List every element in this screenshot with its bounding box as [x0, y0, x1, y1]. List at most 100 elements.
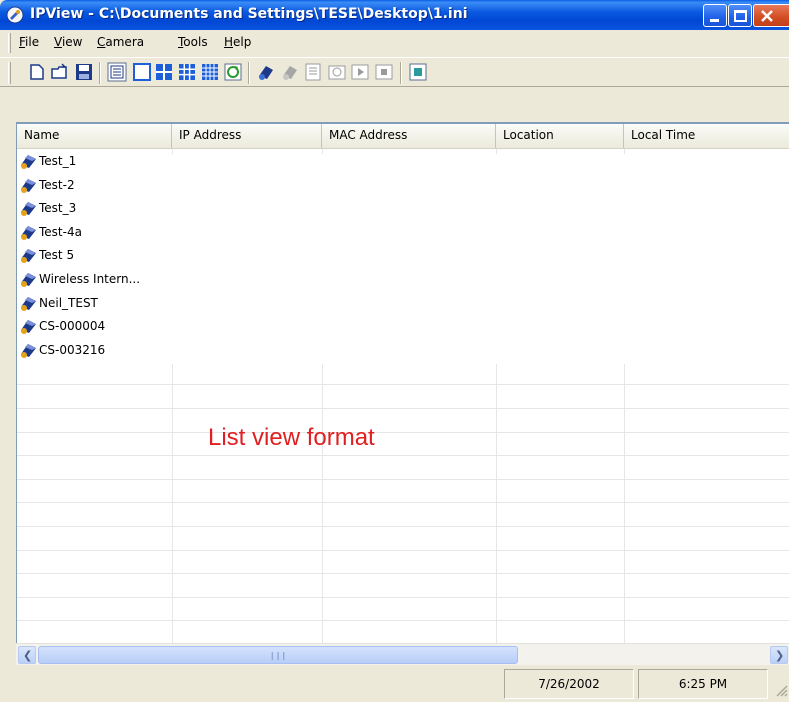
- list-item-name: Test_1: [39, 154, 77, 168]
- camera-icon: [21, 179, 36, 193]
- play-icon[interactable]: [350, 62, 370, 82]
- disconnect-camera-icon[interactable]: [280, 62, 300, 82]
- list-item[interactable]: Test-2: [17, 174, 172, 197]
- toolbar-separator: [99, 62, 101, 84]
- column-header-local-time[interactable]: Local Time: [624, 124, 789, 148]
- stop-icon[interactable]: [374, 62, 394, 82]
- column-header-mac[interactable]: MAC Address: [322, 124, 496, 148]
- list-item-name: Test-4a: [39, 225, 82, 239]
- grid-row-line: [17, 432, 789, 433]
- grid-row-line: [17, 550, 789, 551]
- new-file-icon[interactable]: [27, 62, 47, 82]
- grid-row-line: [17, 479, 789, 480]
- refresh-icon[interactable]: [223, 62, 243, 82]
- list-item[interactable]: CS-000004: [17, 315, 172, 338]
- grip-icon: ❙❙❙: [269, 651, 287, 660]
- camera-icon: [21, 202, 36, 216]
- properties-icon[interactable]: [303, 62, 323, 82]
- left-frame: [0, 87, 16, 702]
- horizontal-scrollbar[interactable]: ❮ ❙❙❙ ❯: [16, 643, 789, 665]
- list-item[interactable]: Test 5: [17, 244, 172, 267]
- menu-bar: File View Camera Tools Help: [0, 30, 789, 57]
- app-window: IPView - C:\Documents and Settings\TESE\…: [0, 0, 789, 702]
- list-item[interactable]: Neil_TEST: [17, 292, 172, 315]
- scroll-right-button[interactable]: ❯: [770, 646, 788, 664]
- camera-icon: [21, 320, 36, 334]
- sixteen-view-icon[interactable]: [200, 62, 220, 82]
- list-item-name: CS-003216: [39, 343, 106, 357]
- grid-row-line: [17, 597, 789, 598]
- window-title: IPView - C:\Documents and Settings\TESE\…: [30, 6, 468, 22]
- menu-file[interactable]: File: [19, 35, 39, 49]
- minimize-icon: [710, 19, 719, 22]
- toolbar-separator: [400, 62, 402, 84]
- scroll-thumb[interactable]: ❙❙❙: [38, 646, 518, 664]
- quad-view-icon[interactable]: [154, 62, 174, 82]
- menu-view-accel: V: [54, 35, 62, 49]
- app-icon: [6, 6, 24, 24]
- list-item[interactable]: Wireless Intern...: [17, 268, 172, 291]
- status-time: 6:25 PM: [638, 669, 768, 699]
- grid-row-line: [17, 502, 789, 503]
- maximize-button[interactable]: [728, 4, 752, 27]
- list-item-name: Wireless Intern...: [39, 272, 141, 286]
- list-item[interactable]: Test_3: [17, 197, 172, 220]
- maximize-icon: [734, 10, 747, 22]
- menu-file-label: ile: [25, 35, 40, 49]
- list-item-name: Test-2: [39, 178, 75, 192]
- camera-icon: [21, 155, 36, 169]
- list-item[interactable]: CS-003216: [17, 339, 172, 362]
- grid-row-line: [17, 573, 789, 574]
- annotation-label: List view format: [208, 424, 375, 451]
- camera-list[interactable]: Name IP Address MAC Address Location Loc…: [16, 124, 789, 643]
- row-cover: [172, 154, 789, 364]
- list-view-icon[interactable]: [107, 62, 127, 82]
- title-bar[interactable]: IPView - C:\Documents and Settings\TESE\…: [0, 0, 789, 30]
- column-header-ip[interactable]: IP Address: [172, 124, 322, 148]
- list-header: Name IP Address MAC Address Location Loc…: [17, 124, 789, 149]
- menu-camera[interactable]: Camera: [97, 35, 144, 49]
- list-item-name: Test_3: [39, 201, 77, 215]
- menu-grip: [8, 33, 11, 53]
- grid-row-line: [17, 455, 789, 456]
- close-button[interactable]: [753, 4, 789, 27]
- settings-icon[interactable]: [408, 62, 428, 82]
- single-view-icon[interactable]: [132, 62, 152, 82]
- minimize-button[interactable]: [703, 4, 727, 27]
- snapshot-icon[interactable]: [327, 62, 347, 82]
- list-item[interactable]: Test_1: [17, 150, 172, 173]
- scroll-left-button[interactable]: ❮: [18, 646, 36, 664]
- open-folder-icon[interactable]: [50, 62, 70, 82]
- camera-icon: [21, 344, 36, 358]
- connect-camera-icon[interactable]: [256, 62, 276, 82]
- menu-tools-label: ools: [183, 35, 208, 49]
- grid-row-line: [17, 526, 789, 527]
- grid-row-line: [17, 384, 789, 385]
- camera-icon: [21, 226, 36, 240]
- list-item-name: Test 5: [39, 248, 75, 262]
- status-date: 7/26/2002: [504, 669, 634, 699]
- list-item[interactable]: Test-4a: [17, 221, 172, 244]
- list-item-name: Neil_TEST: [39, 296, 98, 310]
- nine-view-icon[interactable]: [177, 62, 197, 82]
- grid-row-line: [17, 408, 789, 409]
- chevron-right-icon: ❯: [775, 649, 785, 662]
- menu-view-label: iew: [61, 35, 83, 49]
- menu-help-accel: H: [224, 35, 234, 49]
- menu-camera-label: amera: [105, 35, 145, 49]
- toolbar: [0, 57, 789, 87]
- menu-help[interactable]: Help: [224, 35, 251, 49]
- menu-help-label: elp: [233, 35, 252, 49]
- menu-view[interactable]: View: [54, 35, 82, 49]
- status-bar: 7/26/2002 6:25 PM: [16, 665, 789, 702]
- column-header-location[interactable]: Location: [496, 124, 624, 148]
- camera-icon: [21, 273, 36, 287]
- save-icon[interactable]: [74, 62, 94, 82]
- resize-grip-icon[interactable]: [774, 683, 788, 697]
- list-item-name: CS-000004: [39, 319, 106, 333]
- menu-tools[interactable]: Tools: [178, 35, 208, 49]
- toolbar-grip: [8, 62, 11, 84]
- status-pane-main: [16, 669, 500, 699]
- camera-icon: [21, 249, 36, 263]
- column-header-name[interactable]: Name: [17, 124, 172, 148]
